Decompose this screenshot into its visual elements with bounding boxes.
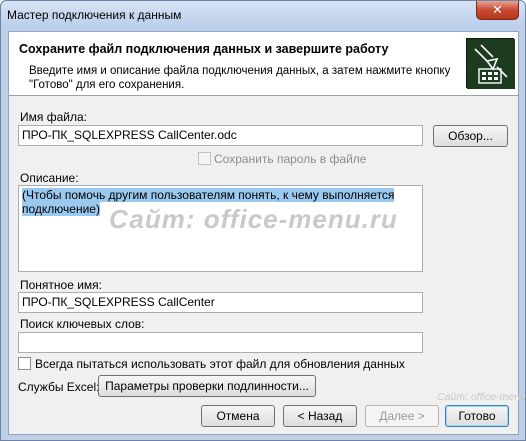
save-password-label: Сохранить пароль в файле	[214, 152, 367, 166]
save-password-checkbox[interactable]	[198, 152, 211, 165]
description-label: Описание:	[20, 171, 79, 185]
always-use-file-label: Всегда пытаться использовать этот файл д…	[35, 357, 405, 371]
window-title: Мастер подключения к данным	[7, 8, 182, 22]
friendly-name-input[interactable]: ПРО-ПК_SQLEXPRESS CallCenter	[18, 292, 423, 313]
watermark-text: Сайт: office-menu.ru	[109, 204, 398, 234]
back-button[interactable]: < Назад	[283, 405, 357, 427]
title-bar[interactable]: Мастер подключения к данным ✕	[1, 1, 525, 29]
database-connection-wizard-icon	[466, 38, 515, 89]
always-use-file-checkbox[interactable]	[18, 357, 31, 370]
file-name-input[interactable]: ПРО-ПК_SQLEXPRESS CallCenter.odc	[18, 125, 423, 146]
dialog-client-area: Сохраните файл подключения данных и заве…	[8, 31, 519, 435]
finish-button[interactable]: Готово	[445, 405, 509, 427]
dialog-window: Мастер подключения к данным ✕ Сохраните …	[0, 0, 526, 441]
file-name-label: Имя файла:	[20, 110, 87, 124]
auth-settings-button[interactable]: Параметры проверки подлинности...	[98, 375, 316, 397]
friendly-name-label: Понятное имя:	[20, 278, 103, 292]
keywords-input[interactable]	[18, 332, 423, 353]
wizard-step-title: Сохраните файл подключения данных и заве…	[19, 42, 389, 56]
keywords-label: Поиск ключевых слов:	[20, 317, 145, 331]
wizard-step-description: Введите имя и описание файла подключения…	[29, 65, 451, 91]
close-button[interactable]: ✕	[476, 1, 519, 20]
wizard-header: Сохраните файл подключения данных и заве…	[9, 32, 518, 96]
browse-button[interactable]: Обзор...	[433, 125, 508, 147]
next-button[interactable]: Далее >	[365, 405, 439, 427]
corner-watermark-text: Сайт: office-menu.ru	[437, 391, 526, 403]
cancel-button[interactable]: Отмена	[201, 405, 275, 427]
excel-services-label: Службы Excel:	[18, 380, 100, 394]
